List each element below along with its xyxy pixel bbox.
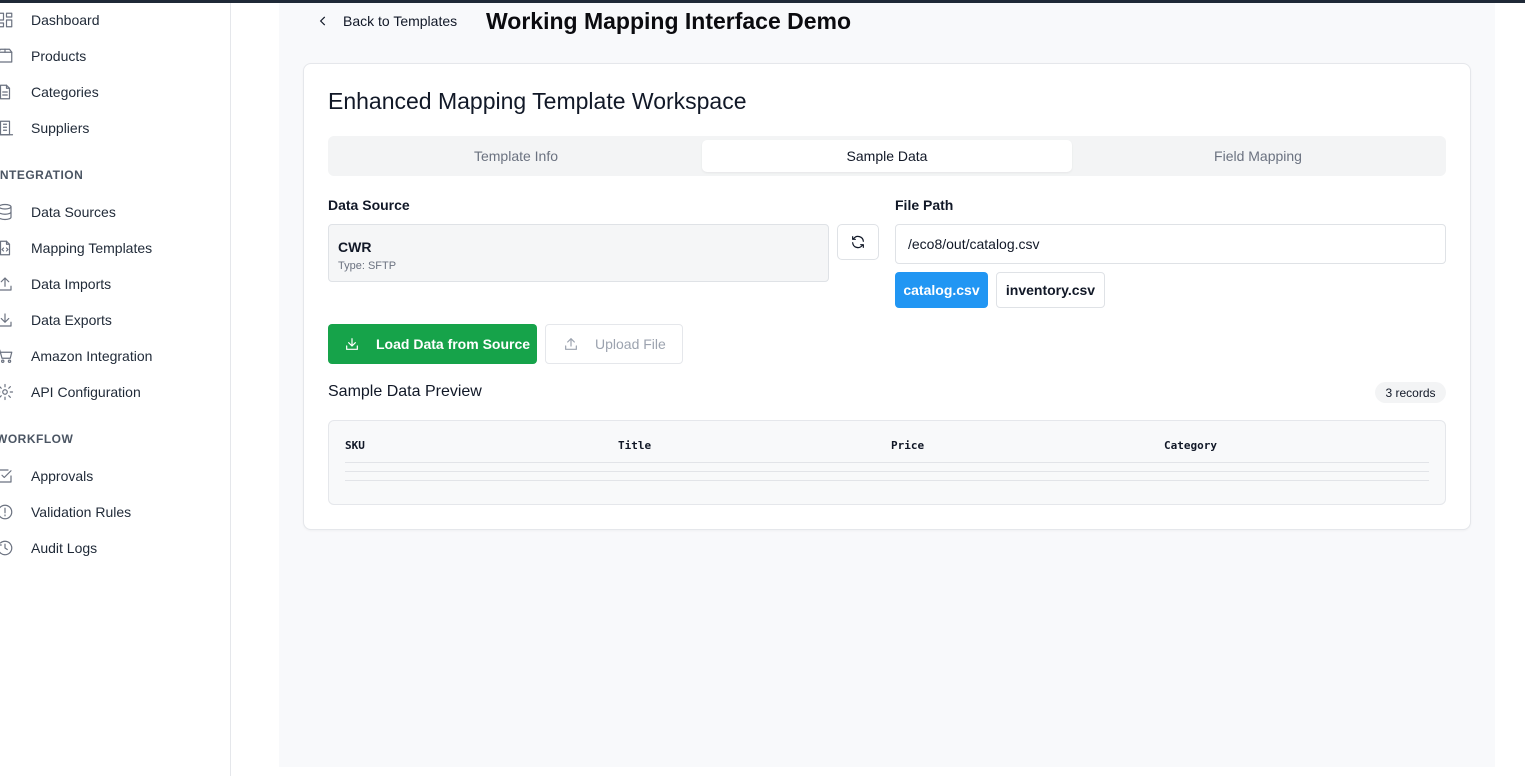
page-edge (1495, 3, 1525, 776)
database-icon (0, 201, 16, 223)
file-option-catalog[interactable]: catalog.csv (895, 272, 988, 308)
dashboard-icon (0, 9, 16, 31)
sidebar-item-label: Approvals (31, 468, 94, 484)
data-source-name: CWR (338, 239, 372, 255)
sidebar-item-dashboard[interactable]: Dashboard (0, 6, 100, 34)
package-icon (0, 45, 16, 67)
records-count-badge: 3 records (1375, 382, 1446, 403)
sidebar-item-label: Dashboard (31, 12, 100, 28)
sidebar-item-label: Audit Logs (31, 540, 98, 556)
tab-sample-data[interactable]: Sample Data (702, 140, 1072, 172)
sidebar-item-label: Data Exports (31, 312, 112, 328)
sidebar-item-label: Amazon Integration (31, 348, 153, 364)
sidebar-item-validation-rules[interactable]: Validation Rules (0, 498, 131, 526)
download-icon (346, 338, 358, 350)
file-path-label: File Path (895, 197, 954, 213)
data-source-select[interactable]: CWR Type: SFTP (328, 224, 829, 282)
sidebar-item-mapping-templates[interactable]: Mapping Templates (0, 234, 152, 262)
section-label-integration: INTEGRATION (0, 168, 84, 182)
sidebar-item-approvals[interactable]: Approvals (0, 462, 93, 490)
sidebar-item-label: Data Imports (31, 276, 112, 292)
refresh-icon (852, 235, 864, 249)
column-header-price: Price (891, 439, 925, 452)
load-data-label: Load Data from Source (376, 336, 531, 352)
sidebar-item-categories[interactable]: Categories (0, 78, 99, 106)
upload-file-label: Upload File (595, 336, 666, 352)
chevron-left-icon (319, 16, 326, 26)
sidebar-item-data-sources[interactable]: Data Sources (0, 198, 116, 226)
section-label-workflow: WORKFLOW (0, 432, 74, 446)
workspace-title: Enhanced Mapping Template Workspace (328, 88, 747, 114)
gear-icon (0, 381, 16, 403)
alert-circle-icon (0, 501, 16, 523)
page-title: Working Mapping Interface Demo (486, 8, 852, 34)
upload-file-button[interactable]: Upload File (545, 324, 683, 364)
table-row (345, 462, 1429, 463)
column-header-sku: SKU (345, 439, 365, 452)
file-path-input[interactable] (895, 224, 1446, 264)
tab-field-mapping[interactable]: Field Mapping (1074, 140, 1442, 172)
download-icon (0, 309, 16, 331)
sidebar-item-api-configuration[interactable]: API Configuration (0, 378, 141, 406)
column-header-category: Category (1164, 439, 1217, 452)
sidebar-item-label: API Configuration (31, 384, 141, 400)
sidebar-item-label: Suppliers (31, 120, 90, 136)
code-file-icon (0, 237, 16, 259)
sidebar-item-label: Validation Rules (31, 504, 132, 520)
refresh-button[interactable] (837, 224, 879, 260)
upload-icon (565, 338, 577, 350)
sidebar-item-data-imports[interactable]: Data Imports (0, 270, 111, 298)
column-header-title: Title (618, 439, 652, 452)
document-list-icon (0, 81, 16, 103)
workspace-tabs: Template Info Sample Data Field Mapping (328, 136, 1446, 176)
file-option-inventory[interactable]: inventory.csv (996, 272, 1105, 308)
data-source-type: Type: SFTP (338, 260, 397, 272)
sidebar-item-suppliers[interactable]: Suppliers (0, 114, 89, 142)
table-row (345, 480, 1429, 481)
check-square-icon (0, 465, 16, 487)
sidebar-item-products[interactable]: Products (0, 42, 86, 70)
sidebar-item-amazon-integration[interactable]: Amazon Integration (0, 342, 152, 370)
sidebar-item-data-exports[interactable]: Data Exports (0, 306, 112, 334)
upload-icon (0, 273, 16, 295)
cart-icon (0, 345, 16, 367)
history-icon (0, 537, 16, 559)
back-to-templates-link[interactable]: Back to Templates (316, 10, 457, 32)
building-icon (0, 117, 16, 139)
tab-template-info[interactable]: Template Info (332, 140, 700, 172)
data-source-label: Data Source (328, 197, 410, 213)
table-row (345, 471, 1429, 472)
sidebar-item-label: Mapping Templates (31, 240, 153, 256)
sidebar-item-label: Categories (31, 84, 99, 100)
sample-preview-title: Sample Data Preview (328, 383, 482, 400)
sidebar-item-label: Data Sources (31, 204, 116, 220)
sample-data-table: SKU Title Price Category (328, 420, 1446, 505)
back-link-label: Back to Templates (343, 13, 458, 29)
sidebar: Dashboard Products Categories Suppliers … (0, 3, 231, 776)
load-data-button[interactable]: Load Data from Source (328, 324, 537, 364)
sidebar-item-audit-logs[interactable]: Audit Logs (0, 534, 97, 562)
sidebar-item-label: Products (31, 48, 87, 64)
